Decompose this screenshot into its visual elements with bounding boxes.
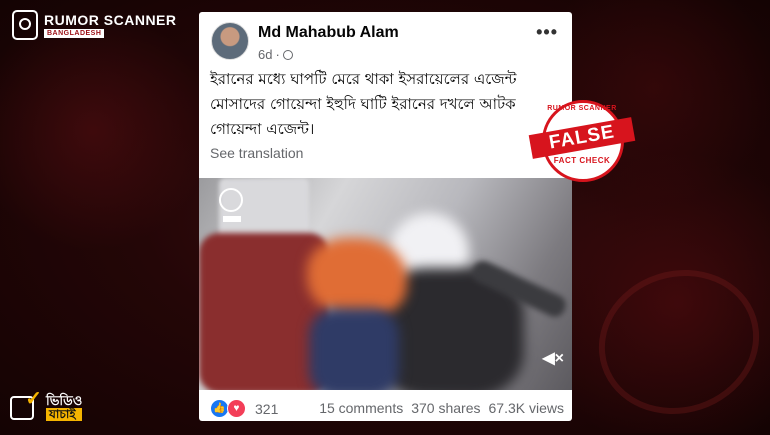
false-fact-check-badge: RUMOR SCANNER FALSE FACT CHECK xyxy=(528,100,636,190)
mute-icon[interactable]: ◀× xyxy=(542,348,564,368)
globe-icon xyxy=(282,49,293,60)
brand-country: BANGLADESH xyxy=(44,28,105,38)
comments-count[interactable]: 15 comments xyxy=(319,400,403,416)
post-text: ইরানের মধ্যে ঘাপটি মেরে থাকা ইসরায়েলের … xyxy=(210,70,517,138)
avatar[interactable] xyxy=(211,22,249,60)
video-watermark-logo xyxy=(217,188,247,228)
brand-name: RUMOR SCANNER xyxy=(44,11,177,28)
badge-top-text: RUMOR SCANNER xyxy=(547,105,617,112)
post-time[interactable]: 6d xyxy=(258,47,272,62)
reactions-count: 321 xyxy=(255,400,279,417)
more-options-icon[interactable]: ••• xyxy=(536,22,558,43)
post-stats: 15 comments 370 shares 67.3K views xyxy=(319,400,564,416)
video-check-icon xyxy=(10,386,42,420)
views-count: 67.3K views xyxy=(488,400,564,416)
video-check-logo: ভিডিও যাচাই xyxy=(10,386,83,421)
love-icon: ♥ xyxy=(227,399,246,418)
author-name[interactable]: Md Mahabub Alam xyxy=(258,24,399,42)
badge-bottom-text: FACT CHECK xyxy=(553,156,611,165)
see-translation-link[interactable]: See translation xyxy=(210,145,303,161)
phone-scan-icon xyxy=(12,10,38,40)
facebook-post-card: Md Mahabub Alam 6d · ••• ইরানের মধ্যে ঘা… xyxy=(199,12,572,421)
shares-count[interactable]: 370 shares xyxy=(411,400,480,416)
rumor-scanner-logo: RUMOR SCANNER BANGLADESH xyxy=(12,10,177,40)
post-meta: 6d · xyxy=(258,47,293,62)
reactions-summary[interactable]: 👍 ♥ 321 xyxy=(210,399,278,418)
post-video[interactable]: ◀× xyxy=(199,178,572,390)
video-label-line2: যাচাই xyxy=(46,408,83,421)
post-header: Md Mahabub Alam 6d · ••• xyxy=(211,20,562,64)
